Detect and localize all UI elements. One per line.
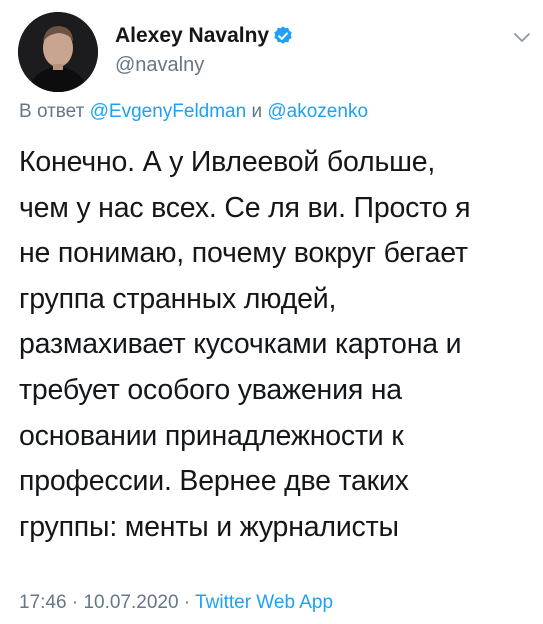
avatar-image [18, 12, 98, 92]
reply-prefix: В ответ [19, 101, 85, 122]
tweet-card: Alexey Navalny @navalny В ответ @EvgenyF… [0, 0, 543, 624]
author-handle[interactable]: @navalny [115, 53, 204, 77]
verified-badge-icon [274, 26, 292, 44]
meta-separator: · [71, 592, 79, 613]
tweet-metadata: 17:46 · 10.07.2020 · Twitter Web App [19, 591, 333, 615]
chevron-down-icon[interactable] [512, 30, 532, 44]
reply-mention-link[interactable]: @EvgenyFeldman [90, 101, 247, 122]
tweet-source-link[interactable]: Twitter Web App [195, 592, 333, 613]
meta-separator: · [183, 592, 191, 613]
tweet-time[interactable]: 17:46 [19, 592, 67, 613]
reply-mention-link[interactable]: @akozenko [267, 101, 368, 122]
tweet-date[interactable]: 10.07.2020 [83, 592, 178, 613]
author-name[interactable]: Alexey Navalny [115, 23, 269, 49]
avatar[interactable] [18, 12, 98, 92]
reply-conjunction: и [251, 101, 263, 122]
reply-context: В ответ @EvgenyFeldman и @akozenko [19, 100, 368, 124]
tweet-text: Конечно. А у Ивлеевой больше, чем у нас … [19, 146, 471, 543]
